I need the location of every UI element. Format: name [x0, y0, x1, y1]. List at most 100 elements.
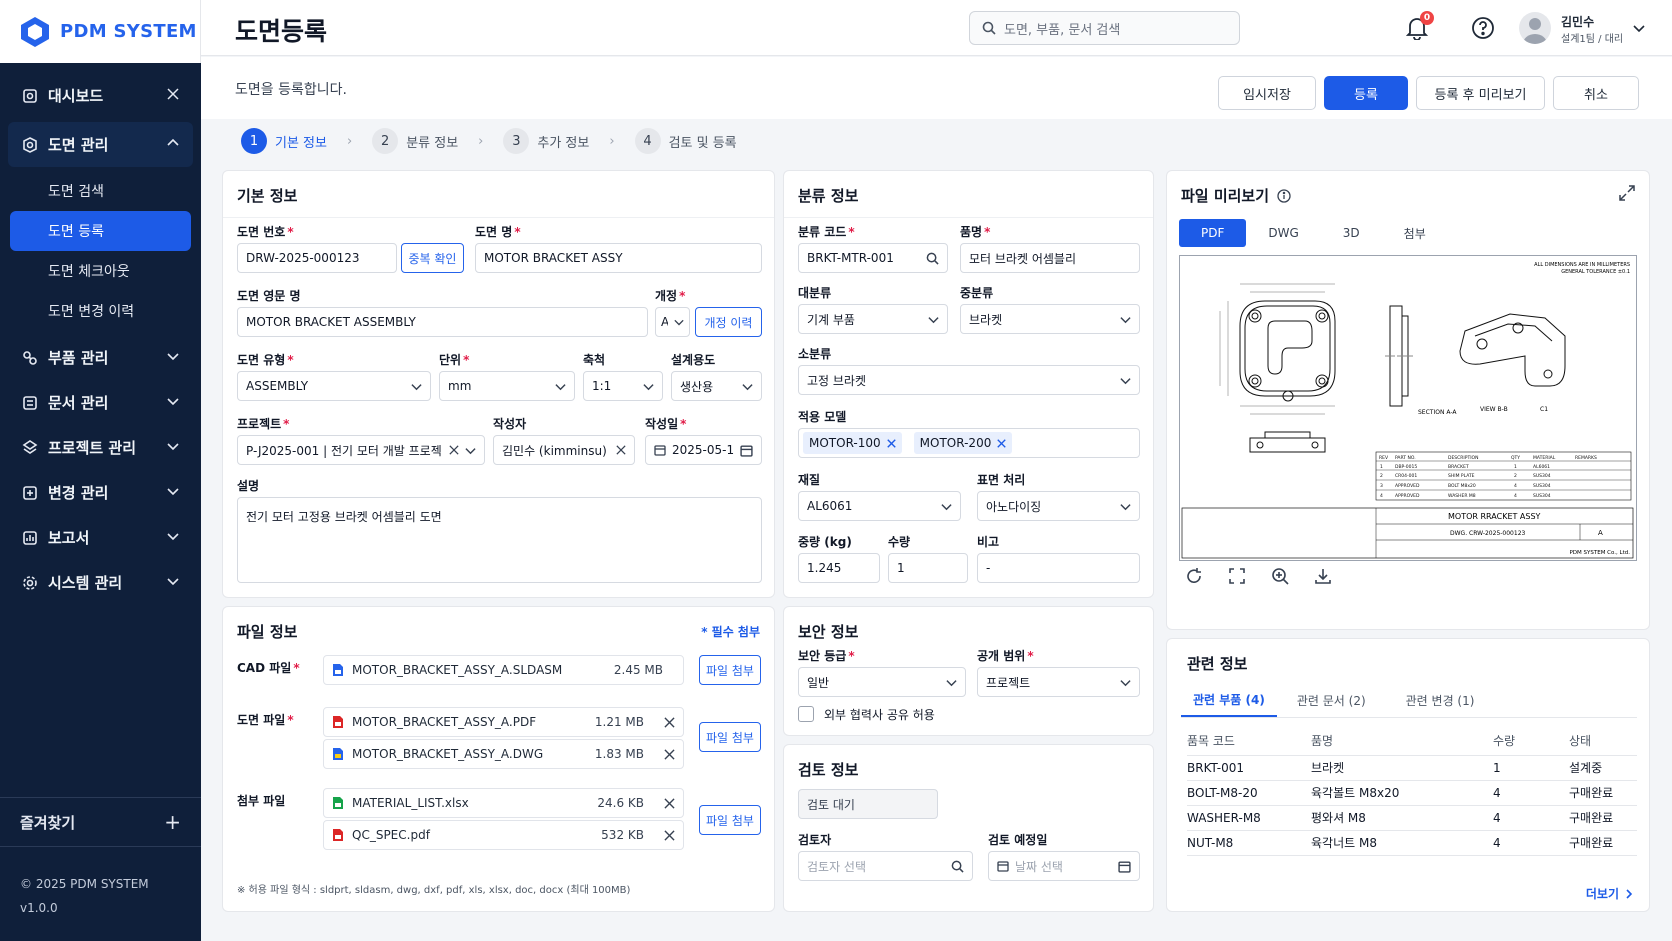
logo[interactable]: PDM SYSTEM [0, 0, 201, 63]
type-select[interactable]: ASSEMBLY [237, 371, 431, 401]
table-row[interactable]: BOLT-M8-20 육각볼트 M8x20 4 구매완료 [1187, 780, 1637, 806]
step-basic-info[interactable]: 1 기본 정보 [241, 128, 327, 154]
author-input[interactable]: 김민수 (kimminsu) [493, 435, 635, 465]
revision-select[interactable]: A [655, 307, 690, 337]
chevron-down-icon[interactable] [1633, 22, 1645, 34]
calendar-icon[interactable] [1118, 860, 1131, 873]
sidebar-sub-drawing-history[interactable]: 도면 변경 이력 [0, 291, 201, 331]
info-icon[interactable] [1277, 188, 1291, 203]
step-classification[interactable]: 2 분류 정보 [372, 128, 458, 154]
tab-related-docs[interactable]: 관련 문서 (2) [1277, 683, 1386, 717]
drawing-no-input[interactable]: DRW-2025-000123 [237, 243, 397, 273]
sidebar-sub-drawing-search[interactable]: 도면 검색 [0, 171, 201, 211]
revision-history-button[interactable]: 개정 이력 [695, 307, 762, 337]
tab-3d[interactable]: 3D [1321, 219, 1382, 247]
item-name-input[interactable]: 모터 브라켓 어셈블리 [960, 243, 1140, 273]
minor-select[interactable]: 고정 브라켓 [798, 365, 1140, 395]
reviewer-input[interactable]: 검토자 선택 [798, 851, 973, 881]
project-select[interactable]: P-J2025-001 | 전기 모터 개발 프로젝 [237, 435, 485, 465]
major-select[interactable]: 기계 부품 [798, 304, 948, 334]
surface-select[interactable]: 아노다이징 [977, 491, 1140, 521]
sidebar-item-parts[interactable]: 부품 관리 [0, 335, 201, 380]
plus-icon[interactable]: + [164, 810, 181, 834]
table-row[interactable]: NUT-M8 육각너트 M8 4 구매완료 [1187, 830, 1637, 856]
sidebar-item-changes[interactable]: 변경 관리 [0, 470, 201, 515]
close-icon[interactable] [616, 445, 626, 455]
class-code-input[interactable]: BRKT-MTR-001 [798, 243, 948, 273]
sidebar-item-drawing[interactable]: 도면 관리 [8, 122, 193, 167]
download-icon[interactable] [1314, 567, 1332, 585]
models-tag-input[interactable]: MOTOR-100 MOTOR-200 [798, 428, 1140, 458]
avatar[interactable] [1519, 12, 1551, 44]
table-row[interactable]: WASHER-M8 평와셔 M8 4 구매완료 [1187, 805, 1637, 831]
close-icon[interactable] [664, 797, 675, 809]
tab-pdf[interactable]: PDF [1179, 219, 1247, 247]
file-row[interactable]: MOTOR_BRACKET_ASSY_A.DWG 1.83 MB [323, 739, 684, 769]
calendar-icon[interactable] [740, 444, 753, 457]
sidebar-item-projects[interactable]: 프로젝트 관리 [0, 425, 201, 470]
tab-related-parts[interactable]: 관련 부품 (4) [1181, 683, 1277, 717]
security-level-select[interactable]: 일반 [798, 667, 966, 697]
scope-select[interactable]: 프로젝트 [977, 667, 1140, 697]
bom-cell: SUS304 [1533, 473, 1551, 479]
qty-input[interactable]: 1 [888, 553, 968, 583]
attach-file-button[interactable]: 파일 첨부 [699, 805, 761, 835]
drawing-preview[interactable]: ALL DIMENSIONS ARE IN MILLIMETERS GENERA… [1179, 255, 1637, 561]
drawing-name-en-input[interactable]: MOTOR BRACKET ASSEMBLY [237, 307, 648, 337]
close-icon[interactable] [664, 829, 675, 841]
sidebar-item-dashboard[interactable]: 대시보드 [0, 73, 201, 118]
search-icon[interactable] [951, 860, 964, 873]
close-icon[interactable] [664, 716, 675, 728]
file-row[interactable]: QC_SPEC.pdf 532 KB [323, 820, 684, 850]
file-row[interactable]: MOTOR_BRACKET_ASSY_A.PDF 1.21 MB [323, 707, 684, 737]
tab-dwg[interactable]: DWG [1246, 219, 1320, 247]
unit-select[interactable]: mm [439, 371, 575, 401]
search-input[interactable]: 도면, 부품, 문서 검색 [969, 11, 1240, 45]
material-select[interactable]: AL6061 [798, 491, 961, 521]
sidebar-sub-drawing-register[interactable]: 도면 등록 [10, 211, 191, 251]
attach-file-button[interactable]: 파일 첨부 [699, 655, 761, 685]
cancel-button[interactable]: 취소 [1553, 76, 1639, 110]
purpose-select[interactable]: 생산용 [671, 371, 762, 401]
close-icon[interactable] [449, 445, 459, 455]
close-icon[interactable] [997, 438, 1007, 448]
close-icon[interactable] [886, 438, 896, 448]
due-date-input[interactable]: 날짜 선택 [988, 851, 1140, 881]
zoom-in-icon[interactable] [1271, 567, 1289, 585]
chevron-down-icon [555, 383, 566, 390]
weight-input[interactable]: 1.245 [798, 553, 880, 583]
close-icon[interactable] [167, 88, 179, 100]
step-additional[interactable]: 3 추가 정보 [503, 128, 589, 154]
table-row[interactable]: BRKT-001 브라켓 1 설계중 [1187, 755, 1637, 781]
save-draft-button[interactable]: 임시저장 [1218, 76, 1316, 110]
drawing-name-input[interactable]: MOTOR BRACKET ASSY [475, 243, 762, 273]
file-row[interactable]: MATERIAL_LIST.xlsx 24.6 KB [323, 788, 684, 818]
step-review[interactable]: 4 검토 및 등록 [634, 128, 737, 154]
middle-select[interactable]: 브라켓 [960, 304, 1140, 334]
register-button[interactable]: 등록 [1324, 76, 1408, 110]
attach-file-button[interactable]: 파일 첨부 [699, 722, 761, 752]
tab-attach[interactable]: 첨부 [1382, 219, 1448, 247]
sidebar-item-documents[interactable]: 문서 관리 [0, 380, 201, 425]
sidebar-item-system[interactable]: 시스템 관리 [0, 560, 201, 605]
scale-select[interactable]: 1:1 [583, 371, 663, 401]
sidebar-item-reports[interactable]: 보고서 [0, 515, 201, 560]
close-icon[interactable] [664, 748, 675, 760]
favorites-section[interactable]: 즐겨찾기 + [0, 797, 201, 847]
drawing-no-label: 도면 번호 * [237, 225, 294, 239]
rotate-icon[interactable] [1185, 567, 1203, 585]
help-icon[interactable] [1471, 16, 1495, 40]
sidebar-sub-drawing-checkout[interactable]: 도면 체크아웃 [0, 251, 201, 291]
expand-icon[interactable] [1619, 185, 1635, 201]
register-preview-button[interactable]: 등록 후 미리보기 [1416, 76, 1545, 110]
duplicate-check-button[interactable]: 중복 확인 [401, 243, 464, 273]
share-checkbox[interactable] [798, 706, 814, 722]
description-textarea[interactable]: 전기 모터 고정용 브라켓 어셈블리 도면 [237, 497, 762, 583]
note-input[interactable]: - [977, 553, 1140, 583]
search-icon[interactable] [926, 252, 939, 265]
fit-screen-icon[interactable] [1228, 567, 1246, 585]
file-row[interactable]: MOTOR_BRACKET_ASSY_A.SLDASM 2.45 MB [323, 655, 684, 685]
date-input[interactable]: 2025-05-19 [645, 435, 762, 465]
tab-related-changes[interactable]: 관련 변경 (1) [1386, 683, 1495, 717]
more-link[interactable]: 더보기 [1586, 885, 1633, 902]
